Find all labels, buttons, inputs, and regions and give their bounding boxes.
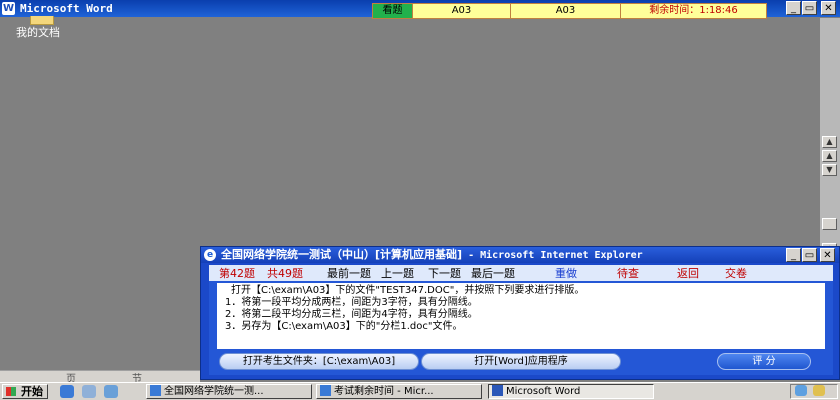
taskbar-item-timer-ie[interactable]: 考试剩余时间 - Micr... bbox=[316, 384, 482, 399]
open-word-app-button[interactable]: 打开[Word]应用程序 bbox=[421, 353, 621, 370]
total-questions: 共49题 bbox=[267, 267, 303, 280]
scroll-up-icon[interactable]: ▲ bbox=[822, 136, 837, 148]
task-label: 考试剩余时间 - Micr... bbox=[334, 386, 434, 397]
ie-title-bar: e 全国网络学院统一测试（中山）[计算机应用基础] - Microsoft In… bbox=[201, 247, 839, 263]
back-button[interactable]: 返回 bbox=[677, 265, 699, 281]
word-app-icon: W bbox=[2, 2, 15, 15]
question-text-box: 打开【C:\exam\A03】下的文件"TEST347.DOC"，并按照下列要求… bbox=[217, 283, 825, 349]
ie-window-title: 全国网络学院统一测试（中山）[计算机应用基础] - Microsoft Inte… bbox=[221, 248, 643, 263]
ie-icon bbox=[150, 385, 161, 396]
watch-question-tab[interactable]: 看题 bbox=[373, 4, 413, 18]
open-student-folder-button[interactable]: 打开考生文件夹：[C:\exam\A03] bbox=[219, 353, 419, 370]
exam-code-2: A03 bbox=[511, 4, 621, 18]
prev-question-button[interactable]: 上一题 bbox=[381, 265, 414, 281]
ie-minimize-button[interactable]: _ bbox=[786, 248, 801, 262]
action-buttons-row: 打开考生文件夹：[C:\exam\A03] 打开[Word]应用程序 评 分 bbox=[209, 351, 833, 373]
pending-check-button[interactable]: 待查 bbox=[617, 265, 639, 281]
ie-close-button[interactable]: ✕ bbox=[820, 248, 835, 262]
exam-code-1: A03 bbox=[413, 4, 511, 18]
remaining-time: 剩余时间：1:18:46 bbox=[649, 5, 738, 16]
submit-exam-button[interactable]: 交卷 bbox=[725, 265, 747, 281]
current-question: 第42题 bbox=[219, 267, 255, 280]
first-question-button[interactable]: 最前一题 bbox=[327, 265, 371, 281]
ie-icon bbox=[320, 385, 331, 396]
ie-quicklaunch-icon[interactable] bbox=[60, 385, 74, 398]
question-nav-bar: 第42题 共49题 最前一题 上一题 下一题 最后一题 重做 待查 返回 交卷 bbox=[209, 265, 833, 281]
taskbar: 开始 全国网络学院统一测... 考试剩余时间 - Micr... Microso… bbox=[0, 382, 840, 400]
last-question-button[interactable]: 最后一题 bbox=[471, 265, 515, 281]
my-documents-label[interactable]: 我的文档 bbox=[16, 24, 60, 40]
task-label: Microsoft Word bbox=[506, 386, 581, 397]
word-icon bbox=[492, 385, 503, 396]
windows-logo-icon bbox=[6, 387, 16, 396]
start-label: 开始 bbox=[21, 385, 43, 398]
redo-button[interactable]: 重做 bbox=[555, 265, 577, 281]
task-label: 全国网络学院统一测... bbox=[164, 386, 264, 397]
question-step: 1．将第一段平均分成两栏，间距为3字符，具有分隔线。 bbox=[225, 297, 478, 308]
system-tray bbox=[790, 384, 838, 399]
ie-icon: e bbox=[204, 249, 216, 261]
taskbar-item-word[interactable]: Microsoft Word bbox=[488, 384, 654, 399]
ie-title-cn: 全国网络学院统一测试（中山）[计算机应用基础] bbox=[221, 248, 463, 261]
question-intro: 打开【C:\exam\A03】下的文件"TEST347.DOC"，并按照下列要求… bbox=[231, 285, 585, 296]
ie-title-app: - Microsoft Internet Explorer bbox=[462, 250, 643, 261]
exam-status-bar: 看题 A03 A03 剩余时间：1:18:46 bbox=[372, 3, 767, 19]
close-button[interactable]: ✕ bbox=[821, 1, 836, 15]
scroll-down-icon[interactable]: ▼ bbox=[822, 164, 837, 176]
network-tray-icon[interactable] bbox=[795, 385, 807, 396]
desktop-quicklaunch-icon[interactable] bbox=[104, 385, 118, 398]
restore-button[interactable]: ▭ bbox=[802, 1, 817, 15]
next-question-button[interactable]: 下一题 bbox=[428, 265, 461, 281]
question-step: 2．将第二段平均分成三栏，间距为4字符，具有分隔线。 bbox=[225, 309, 478, 320]
minimize-button[interactable]: _ bbox=[786, 1, 801, 15]
volume-tray-icon[interactable] bbox=[813, 385, 825, 396]
taskbar-item-exam-ie[interactable]: 全国网络学院统一测... bbox=[146, 384, 312, 399]
ie-exam-window: e 全国网络学院统一测试（中山）[计算机应用基础] - Microsoft In… bbox=[200, 246, 840, 380]
outlook-quicklaunch-icon[interactable] bbox=[82, 385, 96, 398]
ie-restore-button[interactable]: ▭ bbox=[802, 248, 817, 262]
scroll-thumb[interactable] bbox=[822, 218, 837, 230]
ie-content: 第42题 共49题 最前一题 上一题 下一题 最后一题 重做 待查 返回 交卷 … bbox=[209, 265, 833, 375]
question-step: 3．另存为【C:\exam\A03】下的"分栏1.doc"文件。 bbox=[225, 321, 463, 332]
start-button[interactable]: 开始 bbox=[2, 384, 48, 399]
word-window-title: Microsoft Word bbox=[20, 2, 113, 15]
score-button[interactable]: 评 分 bbox=[717, 353, 811, 370]
prev-page-icon[interactable]: ▲ bbox=[822, 150, 837, 162]
